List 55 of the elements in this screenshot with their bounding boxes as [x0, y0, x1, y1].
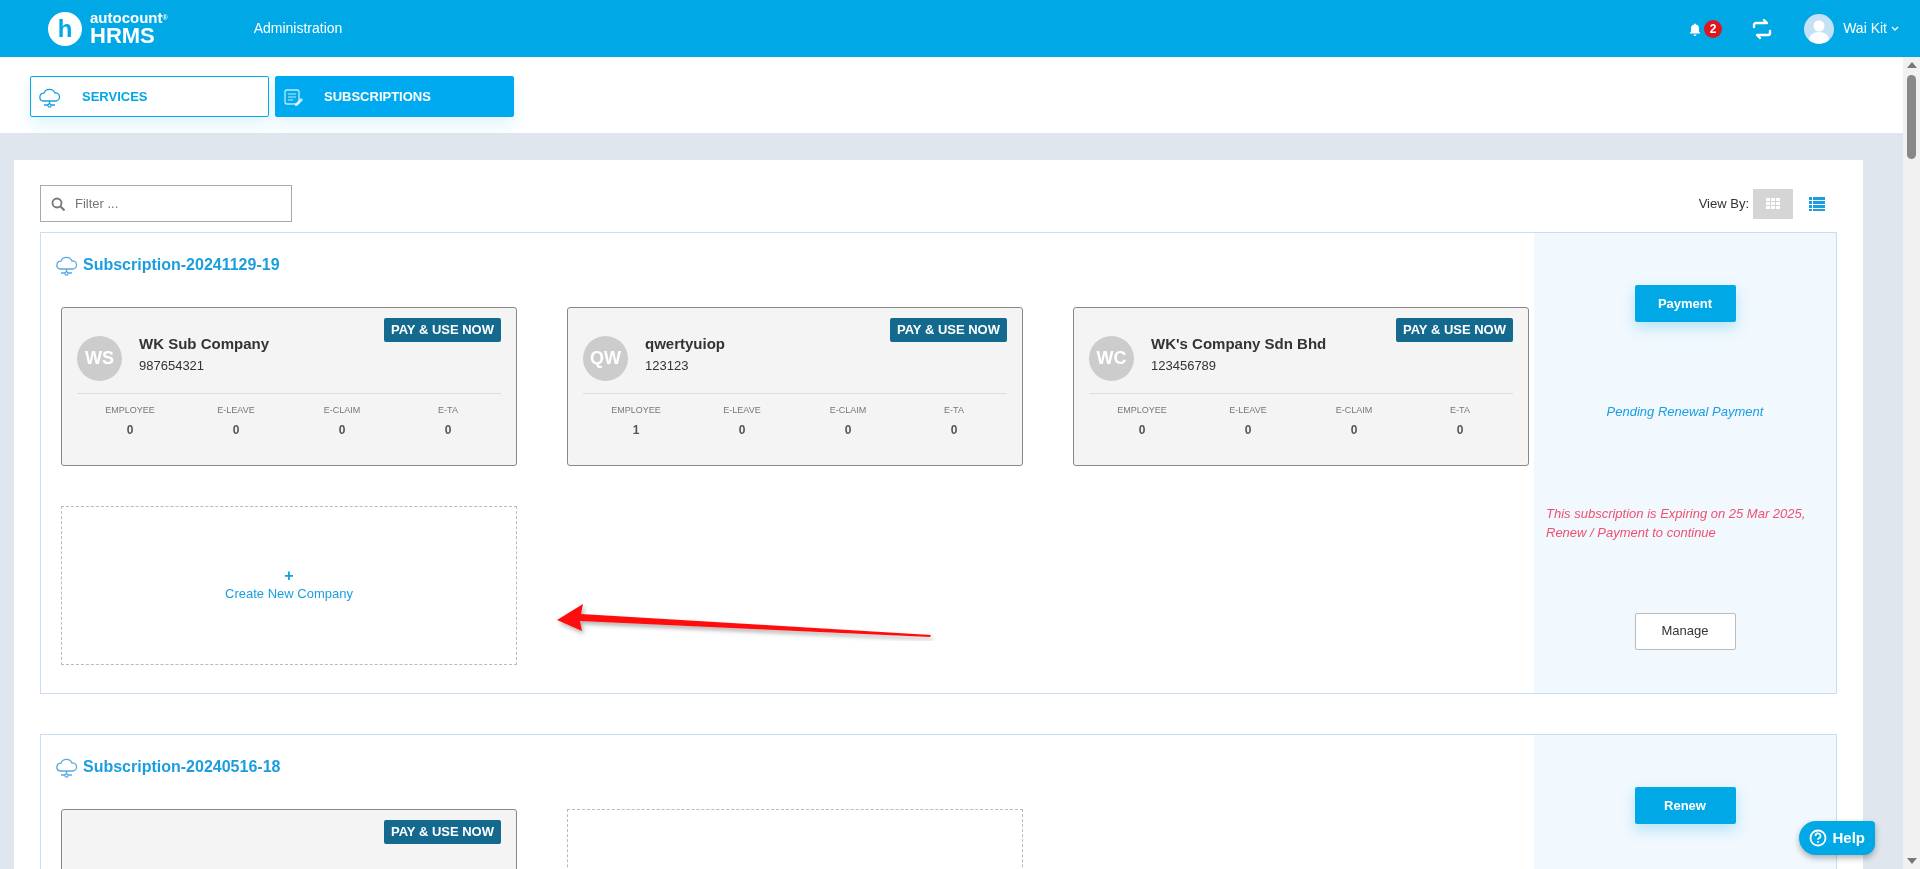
pay-use-now-tag[interactable]: PAY & USE NOW: [1395, 318, 1513, 342]
create-company-label: Create New Company: [225, 584, 353, 603]
pay-use-now-tag[interactable]: PAY & USE NOW: [383, 318, 501, 342]
company-code: 987654321: [139, 356, 206, 375]
company-name: WK's Company Sdn Bhd: [1151, 334, 1327, 354]
subscription-title[interactable]: Subscription-20241129-19: [83, 253, 280, 277]
stat-label: E-LEAVE: [217, 403, 255, 417]
stat-value: 0: [738, 422, 746, 439]
stat-label: E-CLAIM: [829, 403, 867, 417]
action-button[interactable]: Payment: [1634, 285, 1736, 322]
company-name: qwertyuiop: [645, 334, 725, 354]
stat-label: EMPLOYEE: [105, 403, 155, 417]
filter-field[interactable]: Filter ...: [40, 185, 292, 222]
status-text: Pending Renewal Payment: [1606, 403, 1764, 421]
stat-label: EMPLOYEE: [1117, 403, 1167, 417]
pay-use-now-tag[interactable]: PAY & USE NOW: [383, 820, 501, 844]
stat-label: E-CLAIM: [1335, 403, 1373, 417]
logo-mark: h: [48, 11, 82, 46]
stat-label: E-LEAVE: [1229, 403, 1267, 417]
stat-value: 0: [1350, 422, 1358, 439]
stat-label: E-TA: [438, 403, 458, 417]
stat-label: E-TA: [944, 403, 964, 417]
expiry-warning: This subscription is Expiring on 25 Mar 2025, Renew / Payment to continue: [1545, 504, 1807, 542]
menu-link[interactable]: Administration: [253, 18, 343, 39]
stat-value: 0: [126, 422, 134, 439]
stat-label: E-TA: [1450, 403, 1470, 417]
manage-button[interactable]: Manage: [1634, 612, 1736, 650]
stat-value: 0: [1138, 422, 1146, 439]
logo-text: autocount$^{®}$: [90, 10, 168, 25]
stat-value: 0: [232, 422, 240, 439]
company-card[interactable]: PAY & USE NOW: [61, 809, 517, 869]
stat-value: 0: [1456, 422, 1464, 439]
subscription-title[interactable]: Subscription-20240516-18: [83, 755, 281, 779]
view-by-label: View By:: [1698, 194, 1749, 213]
stat-value: 0: [950, 422, 958, 439]
tab[interactable]: SUBSCRIPTIONS: [275, 76, 514, 117]
stat-value: 0: [844, 422, 852, 439]
action-button[interactable]: Renew: [1634, 787, 1736, 824]
stat-value: 0: [338, 422, 346, 439]
tab[interactable]: SERVICES: [30, 76, 269, 117]
logo-text: HRMS: [90, 25, 156, 47]
stat-value: 1: [632, 422, 640, 439]
stat-value: 0: [444, 422, 452, 439]
stat-label: E-CLAIM: [323, 403, 361, 417]
create-company-card[interactable]: + Create New Company: [61, 506, 517, 665]
stat-value: 0: [1244, 422, 1252, 439]
pay-use-now-tag[interactable]: PAY & USE NOW: [889, 318, 1007, 342]
stat-label: E-LEAVE: [723, 403, 761, 417]
company-name: WK Sub Company: [139, 334, 269, 354]
plus-icon: +: [284, 567, 294, 584]
company-code: 123123: [645, 356, 690, 375]
company-code: 123456789: [1151, 356, 1218, 375]
notification-count: 2: [1704, 19, 1723, 38]
stat-label: EMPLOYEE: [611, 403, 661, 417]
user-menu[interactable]: Wai Kit: [1842, 17, 1900, 40]
